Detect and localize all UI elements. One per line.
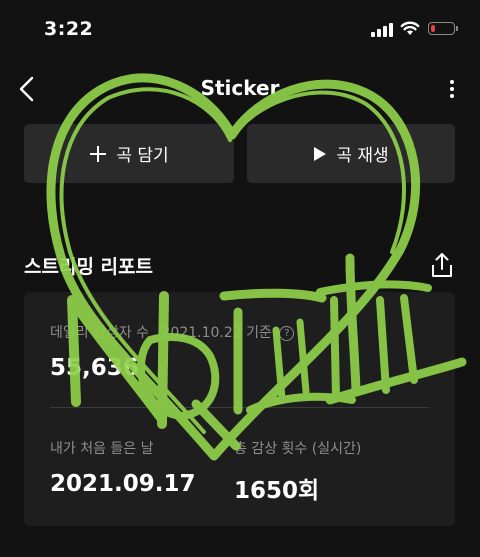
status-bar: 3:22: [0, 0, 480, 60]
info-icon[interactable]: ?: [279, 326, 295, 341]
battery-cap: [456, 26, 458, 31]
play-song-label: 곡 재생: [336, 146, 389, 166]
streaming-report-card: 데일리 감상자 수 2021.10.22 기준 ? 55,636 내가 처음 들…: [24, 292, 455, 526]
navigation-bar: Sticker: [0, 66, 480, 112]
battery-icon: [428, 22, 455, 35]
daily-listeners-value: 55,636: [50, 355, 139, 381]
streaming-report-title: 스트리밍 리포트: [24, 256, 153, 278]
total-plays-label: 총 감상 횟수 (실시간): [234, 441, 362, 457]
daily-listeners-row: 데일리 감상자 수 2021.10.22 기준 ?: [50, 322, 295, 342]
play-icon: [313, 146, 327, 162]
daily-listeners-label: 데일리 감상자 수: [50, 325, 150, 341]
status-time: 3:22: [44, 18, 94, 40]
first-listen-label: 내가 처음 들은 날: [50, 441, 154, 457]
total-plays-value: 1650회: [234, 478, 320, 504]
first-listen-value: 2021.09.17: [50, 471, 196, 497]
date-basis: 2021.10.22 기준: [161, 325, 272, 341]
more-options-icon[interactable]: [444, 74, 460, 104]
cellular-signal-icon: [371, 23, 395, 37]
play-song-button[interactable]: 곡 재생: [247, 124, 455, 183]
divider: [50, 407, 429, 408]
page-title: Sticker: [200, 76, 280, 100]
share-icon[interactable]: [429, 252, 455, 278]
wifi-icon: [400, 21, 420, 35]
add-song-label: 곡 담기: [116, 146, 169, 166]
battery-level: [431, 25, 435, 32]
plus-icon: [89, 145, 107, 163]
add-song-button[interactable]: 곡 담기: [24, 124, 234, 183]
